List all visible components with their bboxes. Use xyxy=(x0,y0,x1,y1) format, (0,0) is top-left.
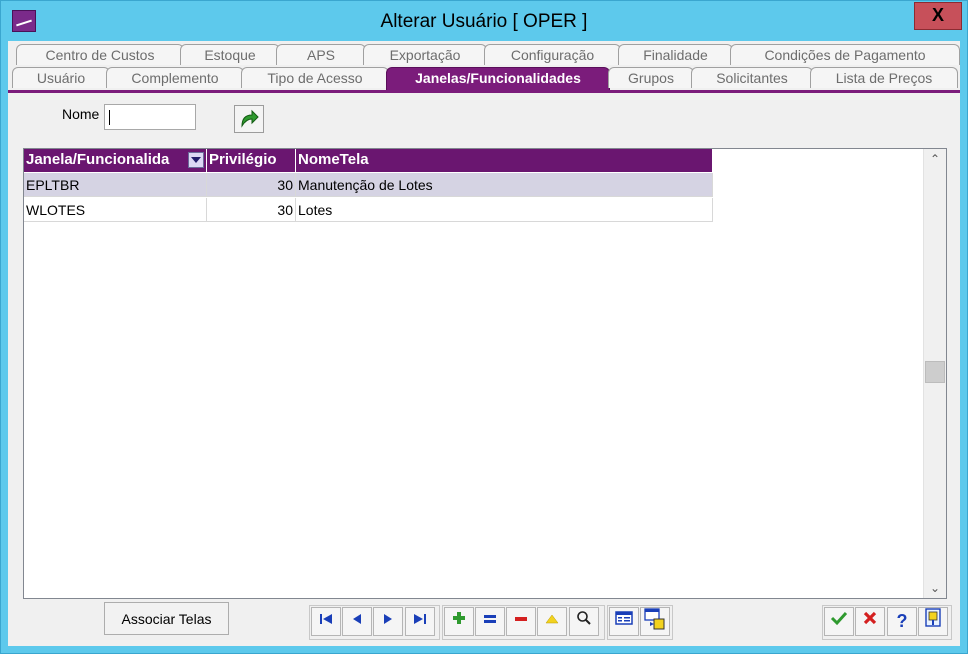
question-mark-icon: ? xyxy=(896,611,908,631)
dropdown-arrow-icon[interactable] xyxy=(188,152,204,168)
vertical-scrollbar[interactable]: ⌃ ⌄ xyxy=(923,149,946,598)
close-button[interactable]: X xyxy=(914,2,962,30)
equals-icon xyxy=(484,615,496,623)
cell-privilegio[interactable]: 30 xyxy=(207,198,296,222)
tab-row-upper: Centro de Custos Estoque APS Exportação … xyxy=(8,44,960,66)
form-view-icon xyxy=(615,611,633,625)
tab-finalidade[interactable]: Finalidade xyxy=(618,44,733,65)
tab-configuracao[interactable]: Configuração xyxy=(484,44,621,65)
refresh-record-button[interactable] xyxy=(537,607,567,636)
screens-grid[interactable]: Janela/Funcionalida Privilégio NomeTela … xyxy=(23,148,947,599)
dialog-body: Centro de Custos Estoque APS Exportação … xyxy=(8,41,960,646)
add-record-button[interactable] xyxy=(444,607,474,636)
column-header-janela[interactable]: Janela/Funcionalida xyxy=(24,149,207,172)
checkmark-icon xyxy=(830,611,848,626)
confirm-button[interactable] xyxy=(824,607,854,636)
green-redo-arrow-icon xyxy=(241,109,259,128)
title-bar[interactable]: Alterar Usuário [ OPER ] X xyxy=(1,1,967,41)
cell-janela[interactable]: WLOTES xyxy=(24,198,207,222)
minus-icon xyxy=(515,617,527,621)
column-header-privilegio[interactable]: Privilégio xyxy=(207,149,296,172)
export-button[interactable] xyxy=(640,607,670,636)
tab-tipo-de-acesso[interactable]: Tipo de Acesso xyxy=(241,67,389,88)
form-view-button[interactable] xyxy=(609,607,639,636)
last-record-icon xyxy=(414,614,426,624)
text-caret xyxy=(109,110,110,125)
window-export-icon xyxy=(644,608,665,630)
cell-nometela[interactable]: Lotes xyxy=(296,198,713,222)
associar-telas-button[interactable]: Associar Telas xyxy=(104,602,229,635)
search-icon xyxy=(577,611,591,625)
next-record-icon xyxy=(384,614,392,624)
nome-label: Nome xyxy=(62,106,100,122)
first-record-icon xyxy=(320,614,332,624)
tab-complemento[interactable]: Complemento xyxy=(106,67,244,88)
cell-nometela[interactable]: Manutenção de Lotes xyxy=(296,173,713,197)
tab-lista-de-precos[interactable]: Lista de Preços xyxy=(810,67,958,88)
nome-input[interactable] xyxy=(104,104,196,130)
tab-condicoes-de-pagamento[interactable]: Condições de Pagamento xyxy=(730,44,960,65)
scroll-down-icon[interactable]: ⌄ xyxy=(924,578,946,598)
tab-row-lower: Usuário Complemento Tipo de Acesso Janel… xyxy=(8,67,960,90)
tab-solicitantes[interactable]: Solicitantes xyxy=(691,67,813,88)
exit-button[interactable] xyxy=(918,607,948,636)
edit-record-button[interactable] xyxy=(475,607,505,636)
column-header-janela-label: Janela/Funcionalida xyxy=(26,151,170,168)
cancel-button[interactable] xyxy=(855,607,885,636)
delete-record-button[interactable] xyxy=(506,607,536,636)
cell-janela[interactable]: EPLTBR xyxy=(24,173,207,197)
application-window: Alterar Usuário [ OPER ] X Centro de Cus… xyxy=(0,0,968,654)
tab-janelas-funcionalidades[interactable]: Janelas/Funcionalidades xyxy=(386,67,610,90)
previous-record-icon xyxy=(353,614,361,624)
tab-underline xyxy=(8,90,960,93)
cell-privilegio[interactable]: 30 xyxy=(207,173,296,197)
last-record-button[interactable] xyxy=(405,607,435,636)
red-x-icon xyxy=(863,611,877,625)
exit-door-icon xyxy=(925,608,941,627)
first-record-button[interactable] xyxy=(311,607,341,636)
tab-centro-de-custos[interactable]: Centro de Custos xyxy=(16,44,184,65)
plus-icon xyxy=(453,612,465,624)
search-button[interactable] xyxy=(569,607,599,636)
refresh-button[interactable] xyxy=(234,105,264,133)
tab-exportacao[interactable]: Exportação xyxy=(363,44,487,65)
column-header-nometela[interactable]: NomeTela xyxy=(296,149,713,172)
tab-estoque[interactable]: Estoque xyxy=(180,44,280,65)
tab-grupos[interactable]: Grupos xyxy=(608,67,694,88)
yellow-triangle-icon xyxy=(545,614,559,624)
tab-usuario[interactable]: Usuário xyxy=(12,67,110,88)
scroll-thumb[interactable] xyxy=(925,361,945,383)
scroll-up-icon[interactable]: ⌃ xyxy=(924,149,946,169)
next-record-button[interactable] xyxy=(373,607,403,636)
tab-aps[interactable]: APS xyxy=(276,44,366,65)
previous-record-button[interactable] xyxy=(342,607,372,636)
help-button[interactable]: ? xyxy=(887,607,917,636)
window-title: Alterar Usuário [ OPER ] xyxy=(380,11,588,32)
